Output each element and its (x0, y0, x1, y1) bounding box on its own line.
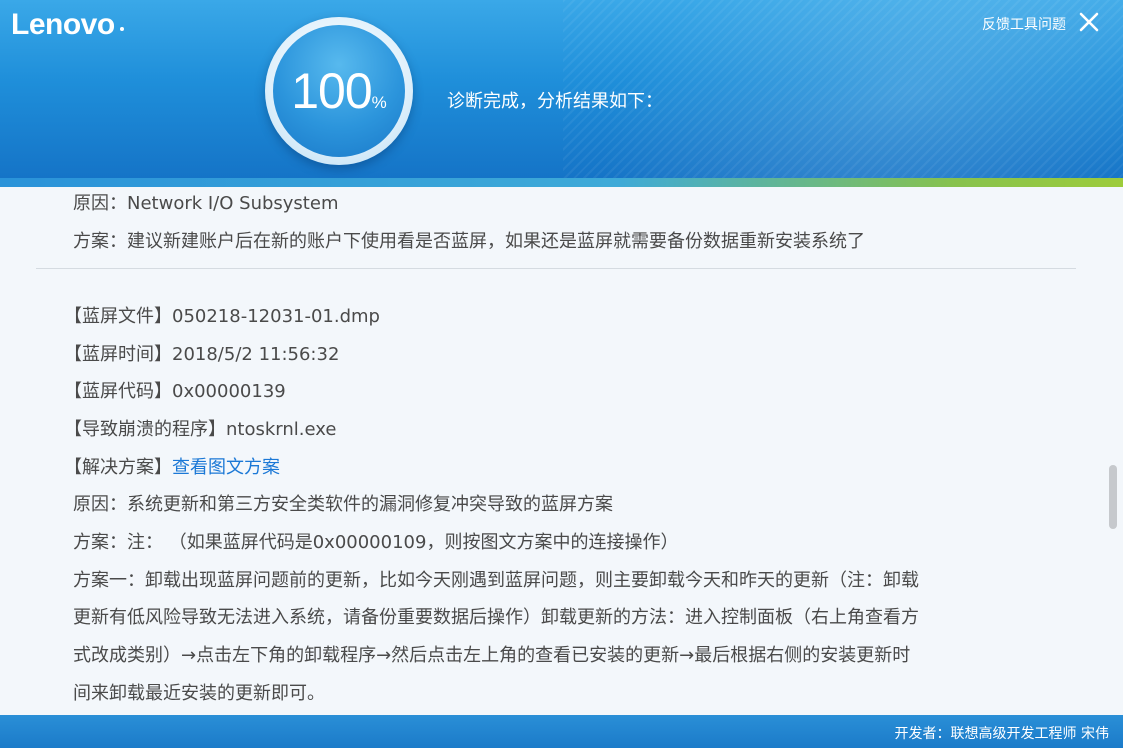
diagnosis-status: 诊断完成，分析结果如下： (447, 91, 663, 112)
plan1-line-3: 式改成类别）→点击左下角的卸载程序→然后点击左上角的查看已安装的更新→最后根据右… (73, 645, 911, 666)
developer-credit: 开发者：联想高级开发工程师 宋伟 (894, 726, 1109, 742)
entry-divider (36, 268, 1076, 269)
solution-row: 【解决方案】查看图文方案 (64, 453, 280, 479)
view-solution-link[interactable]: 查看图文方案 (172, 457, 280, 478)
bsod-time: 【蓝屏时间】2018/5/2 11:56:32 (64, 344, 340, 365)
entry-note-text: 方案：注： （如果蓝屏代码是0x00000109，则按图文方案中的连接操作） (73, 532, 679, 553)
result-panel[interactable]: 原因：Network I/O Subsystem 方案：建议新建账户后在新的账户… (0, 187, 1123, 715)
plan1-line-4: 间来卸载最近安装的更新即可。 (73, 683, 325, 704)
entry-cause-text: 原因：系统更新和第三方安全类软件的漏洞修复冲突导致的蓝屏方案 (73, 494, 613, 515)
bsod-file: 【蓝屏文件】050218-12031-01.dmp (64, 306, 380, 327)
progress-readout: 100% (283, 62, 395, 120)
footer-bar: 开发者：联想高级开发工程师 宋伟 (0, 715, 1123, 748)
lenovo-logo: Lenovo (11, 8, 115, 41)
top-solution-text: 方案：建议新建账户后在新的账户下使用看是否蓝屏，如果还是蓝屏就需要备份数据重新安… (73, 231, 865, 252)
feedback-link[interactable]: 反馈工具问题 (982, 14, 1066, 34)
progress-unit: % (371, 93, 387, 112)
plan1-line-2: 更新有低风险导致无法进入系统，请备份重要数据后操作）卸载更新的方法：进入控制面板… (73, 607, 919, 628)
scrollbar-thumb[interactable] (1109, 465, 1117, 529)
plan1-line-1: 方案一：卸载出现蓝屏问题前的更新，比如今天刚遇到蓝屏问题，则主要卸载今天和昨天的… (73, 570, 919, 591)
header-accent-bar (0, 178, 1123, 187)
close-icon[interactable] (1077, 10, 1101, 34)
logo-dot-icon (120, 27, 124, 31)
top-cause-text: 原因：Network I/O Subsystem (73, 193, 339, 214)
progress-value: 100 (291, 63, 372, 119)
solution-label: 【解决方案】 (64, 457, 172, 478)
bsod-code: 【蓝屏代码】0x00000139 (64, 381, 286, 402)
crash-program: 【导致崩溃的程序】ntoskrnl.exe (64, 419, 337, 440)
scrollbar-track[interactable] (1105, 187, 1123, 715)
